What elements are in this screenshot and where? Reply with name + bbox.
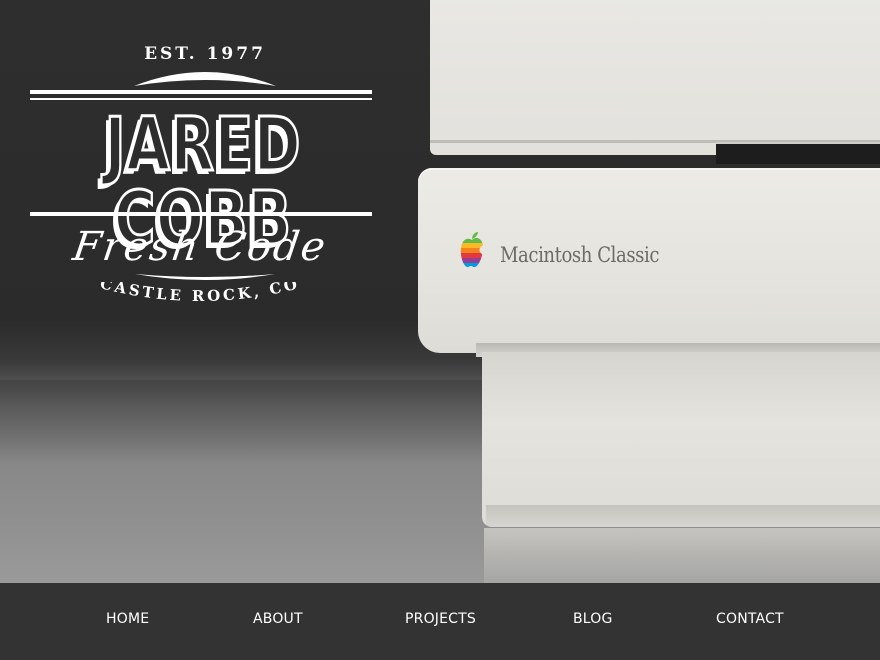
nav-home[interactable]: HOME [106,611,149,627]
apple-rainbow-logo-icon [460,232,484,268]
logo-location-text: CASTLE ROCK, CO [98,282,298,305]
mac-reflection [484,528,880,583]
logo-arch [134,72,276,86]
logo-location: CASTLE ROCK, CO [98,282,301,305]
logo-rule-top-thin [30,98,372,100]
mac-base [482,352,880,527]
nav-contact[interactable]: CONTACT [716,611,784,627]
hero-banner: Macintosh Classic EST. 1977 JARED COBB F… [0,0,880,583]
nav-about[interactable]: ABOUT [253,611,303,627]
product-label: Macintosh Classic [500,243,660,267]
logo-tagline: Fresh Code [70,224,330,270]
main-navigation: HOME ABOUT PROJECTS BLOG CONTACT [0,583,880,660]
site-logo[interactable]: EST. 1977 JARED COBB Fresh Code CASTLE R… [0,0,420,330]
logo-rule-bottom [30,212,372,216]
nav-blog[interactable]: BLOG [573,611,613,627]
mac-floppy-slot [716,142,880,164]
svg-text:CASTLE ROCK, CO: CASTLE ROCK, CO [98,282,301,305]
logo-rule-top [30,90,372,94]
logo-established: EST. 1977 [144,44,266,64]
mac-top-case [430,0,880,155]
nav-projects[interactable]: PROJECTS [405,611,476,627]
